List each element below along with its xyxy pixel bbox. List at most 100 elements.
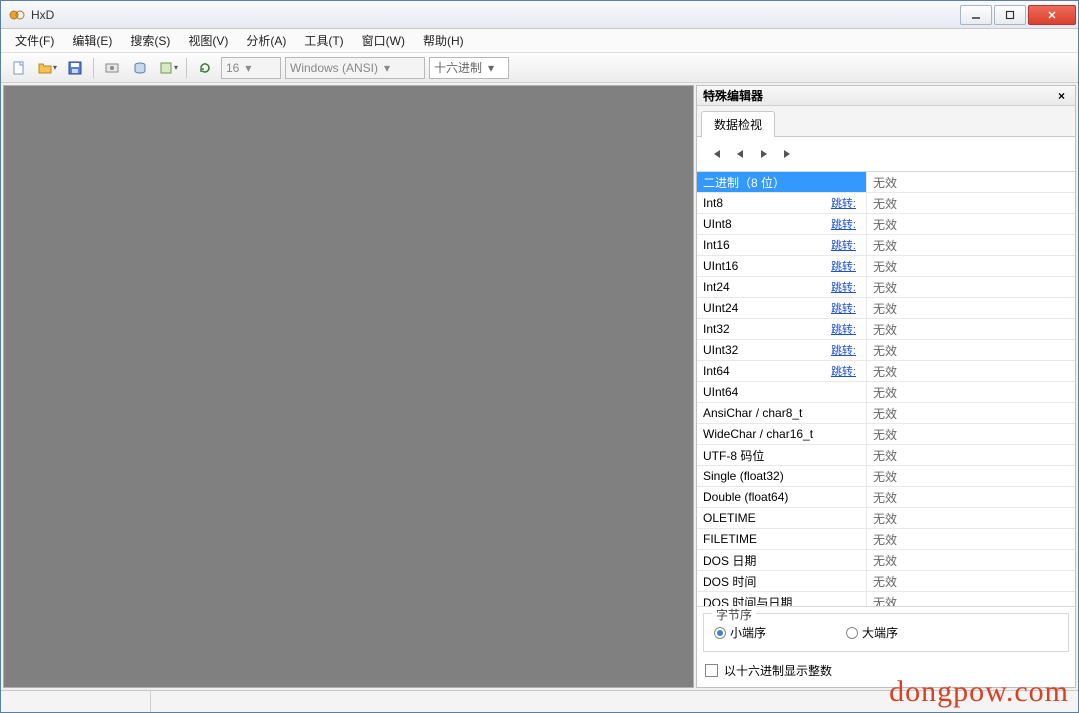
menu-item-1[interactable]: 编辑(E) [64,29,120,52]
titlebar: HxD [1,1,1078,29]
inspector-row[interactable]: Single (float32)无效 [697,466,1075,487]
jump-link[interactable]: 跳转: [831,195,856,211]
jump-link[interactable]: 跳转: [831,342,856,358]
inspector-row[interactable]: DOS 时间与日期无效 [697,592,1075,607]
menu-item-2[interactable]: 搜索(S) [122,29,178,52]
inspector-row[interactable]: UInt64无效 [697,382,1075,403]
inspector-row[interactable]: WideChar / char16_t无效 [697,424,1075,445]
row-name: Int32跳转: [697,319,867,339]
row-name: UInt24跳转: [697,298,867,318]
minimize-button[interactable] [960,5,992,25]
row-name: Int64跳转: [697,361,867,381]
row-value: 无效 [867,424,1075,444]
little-endian-radio[interactable]: 小端序 [714,624,766,641]
inspector-row[interactable]: DOS 时间无效 [697,571,1075,592]
tool-button-3[interactable]: ▾ [156,56,180,80]
encoding-combo[interactable]: Windows (ANSI) ▾ [285,57,425,79]
inspector-row[interactable]: DOS 日期无效 [697,550,1075,571]
statusbar [1,690,1078,712]
hex-editor-area[interactable] [3,85,694,688]
row-name: DOS 时间与日期 [697,592,867,607]
refresh-button[interactable] [193,56,217,80]
row-value: 无效 [867,193,1075,213]
hex-display-label: 以十六进制显示整数 [724,662,832,679]
inspector-row[interactable]: Double (float64)无效 [697,487,1075,508]
row-name: FILETIME [697,529,867,549]
row-name: Int16跳转: [697,235,867,255]
menu-item-5[interactable]: 工具(T) [296,29,351,52]
chevron-down-icon: ▾ [245,61,251,75]
row-name: OLETIME [697,508,867,528]
first-button[interactable] [707,145,725,163]
menu-item-7[interactable]: 帮助(H) [415,29,472,52]
next-button[interactable] [755,145,773,163]
menu-item-6[interactable]: 窗口(W) [354,29,413,52]
checkbox-icon [705,664,718,677]
row-value: 无效 [867,256,1075,276]
row-value: 无效 [867,508,1075,528]
row-name: Int24跳转: [697,277,867,297]
app-window: HxD 文件(F)编辑(E)搜索(S)视图(V)分析(A)工具(T)窗口(W)帮… [0,0,1079,713]
inspector-row[interactable]: AnsiChar / char8_t无效 [697,403,1075,424]
encoding-value: Windows (ANSI) [290,61,378,75]
jump-link[interactable]: 跳转: [831,258,856,274]
inspector-row[interactable]: Int24跳转:无效 [697,277,1075,298]
tool-button-1[interactable] [100,56,124,80]
menu-item-3[interactable]: 视图(V) [180,29,236,52]
new-file-button[interactable] [7,56,31,80]
toolbar-separator [186,58,187,78]
chevron-down-icon: ▾ [384,61,390,75]
big-endian-label: 大端序 [862,624,898,641]
panel-close-button[interactable]: × [1054,89,1069,103]
maximize-button[interactable] [994,5,1026,25]
prev-button[interactable] [731,145,749,163]
inspector-row[interactable]: OLETIME无效 [697,508,1075,529]
tab-data-inspector[interactable]: 数据检视 [701,111,775,137]
byte-order-legend: 字节序 [712,606,756,623]
row-value: 无效 [867,445,1075,465]
jump-link[interactable]: 跳转: [831,237,856,253]
menu-item-4[interactable]: 分析(A) [238,29,294,52]
row-value: 无效 [867,382,1075,402]
jump-link[interactable]: 跳转: [831,321,856,337]
jump-link[interactable]: 跳转: [831,279,856,295]
jump-link[interactable]: 跳转: [831,300,856,316]
row-name: UInt8跳转: [697,214,867,234]
inspector-row[interactable]: UInt8跳转:无效 [697,214,1075,235]
big-endian-radio[interactable]: 大端序 [846,624,898,641]
little-endian-label: 小端序 [730,624,766,641]
inspector-row[interactable]: 二进制（8 位）无效 [697,172,1075,193]
row-name: UInt64 [697,382,867,402]
status-segment [1,691,151,712]
inspector-row[interactable]: Int64跳转:无效 [697,361,1075,382]
open-file-button[interactable]: ▾ [35,56,59,80]
menu-item-0[interactable]: 文件(F) [7,29,62,52]
number-base-combo[interactable]: 十六进制 ▾ [429,57,509,79]
inspector-row[interactable]: Int16跳转:无效 [697,235,1075,256]
toolbar-separator [93,58,94,78]
inspector-row[interactable]: UInt24跳转:无效 [697,298,1075,319]
app-icon [9,7,25,23]
inspector-row[interactable]: UInt32跳转:无效 [697,340,1075,361]
bytes-per-row-combo[interactable]: 16 ▾ [221,57,281,79]
jump-link[interactable]: 跳转: [831,216,856,232]
inspector-row[interactable]: FILETIME无效 [697,529,1075,550]
inspector-row[interactable]: UInt16跳转:无效 [697,256,1075,277]
close-button[interactable] [1028,5,1076,25]
inspector-row[interactable]: Int8跳转:无效 [697,193,1075,214]
row-value: 无效 [867,235,1075,255]
inspector-row[interactable]: Int32跳转:无效 [697,319,1075,340]
save-button[interactable] [63,56,87,80]
hex-display-checkbox[interactable]: 以十六进制显示整数 [705,662,1067,679]
tool-button-2[interactable] [128,56,152,80]
last-button[interactable] [779,145,797,163]
radio-icon [714,627,726,639]
row-value: 无效 [867,214,1075,234]
window-buttons [960,5,1076,25]
menubar: 文件(F)编辑(E)搜索(S)视图(V)分析(A)工具(T)窗口(W)帮助(H) [1,29,1078,53]
inspector-row[interactable]: UTF-8 码位无效 [697,445,1075,466]
jump-link[interactable]: 跳转: [831,363,856,379]
data-inspector-list[interactable]: 二进制（8 位）无效Int8跳转:无效UInt8跳转:无效Int16跳转:无效U… [697,171,1075,607]
row-value: 无效 [867,319,1075,339]
row-name: Double (float64) [697,487,867,507]
